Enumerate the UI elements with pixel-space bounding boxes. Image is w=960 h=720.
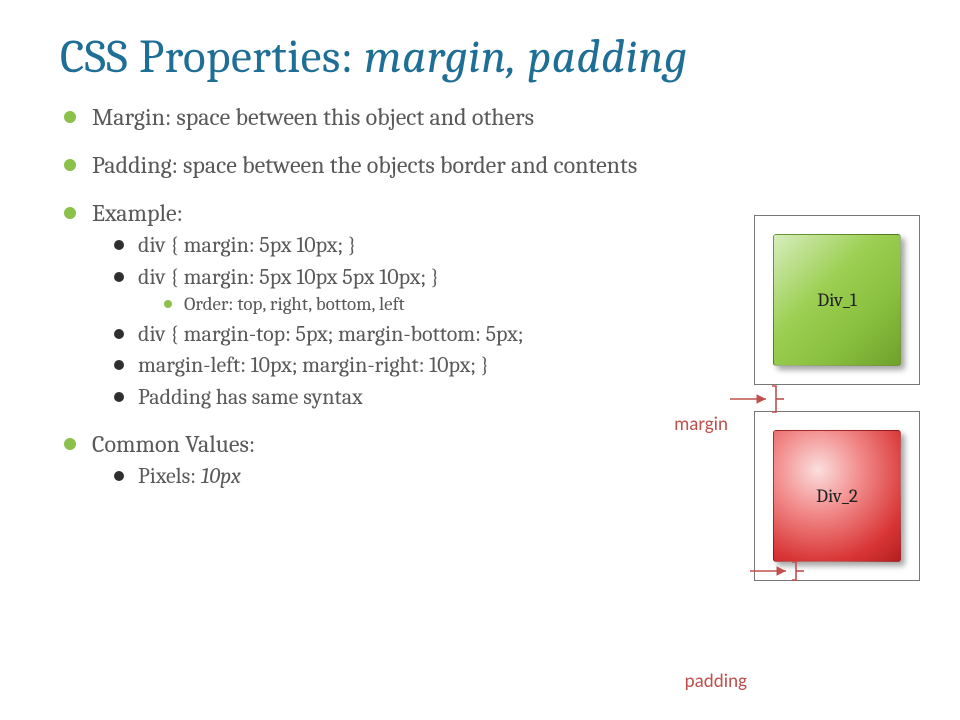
margin-bracket-icon	[728, 384, 790, 414]
margin-callout-label: margin	[674, 413, 728, 436]
padding-bracket-icon	[748, 560, 810, 582]
div1-outer: Div_1	[754, 215, 920, 385]
slide: CSS Properties: margin, padding Margin: …	[0, 0, 960, 720]
div2-outer: Div_2	[754, 411, 920, 581]
bullet-margin-def: Margin: space between this object and ot…	[60, 102, 900, 132]
bullet-padding-def: Padding: space between the objects borde…	[60, 150, 900, 180]
div1-inner: Div_1	[773, 234, 901, 366]
common-values-label: Common Values:	[92, 430, 255, 458]
common-value-pixels-prefix: Pixels:	[138, 463, 201, 489]
padding-callout-label: padding	[685, 670, 747, 693]
common-value-pixels-value: 10px	[201, 463, 241, 489]
title-italic: margin, padding	[364, 30, 688, 84]
example-margin-4val-text: div { margin: 5px 10px 5px 10px; }	[138, 264, 439, 290]
bullet-example-label: Example:	[92, 199, 183, 227]
div2-inner: Div_2	[773, 430, 901, 562]
div2-label: Div_2	[816, 485, 858, 507]
div1-label: Div_1	[817, 289, 857, 311]
slide-title: CSS Properties: margin, padding	[60, 30, 900, 84]
title-prefix: CSS Properties:	[60, 30, 364, 84]
